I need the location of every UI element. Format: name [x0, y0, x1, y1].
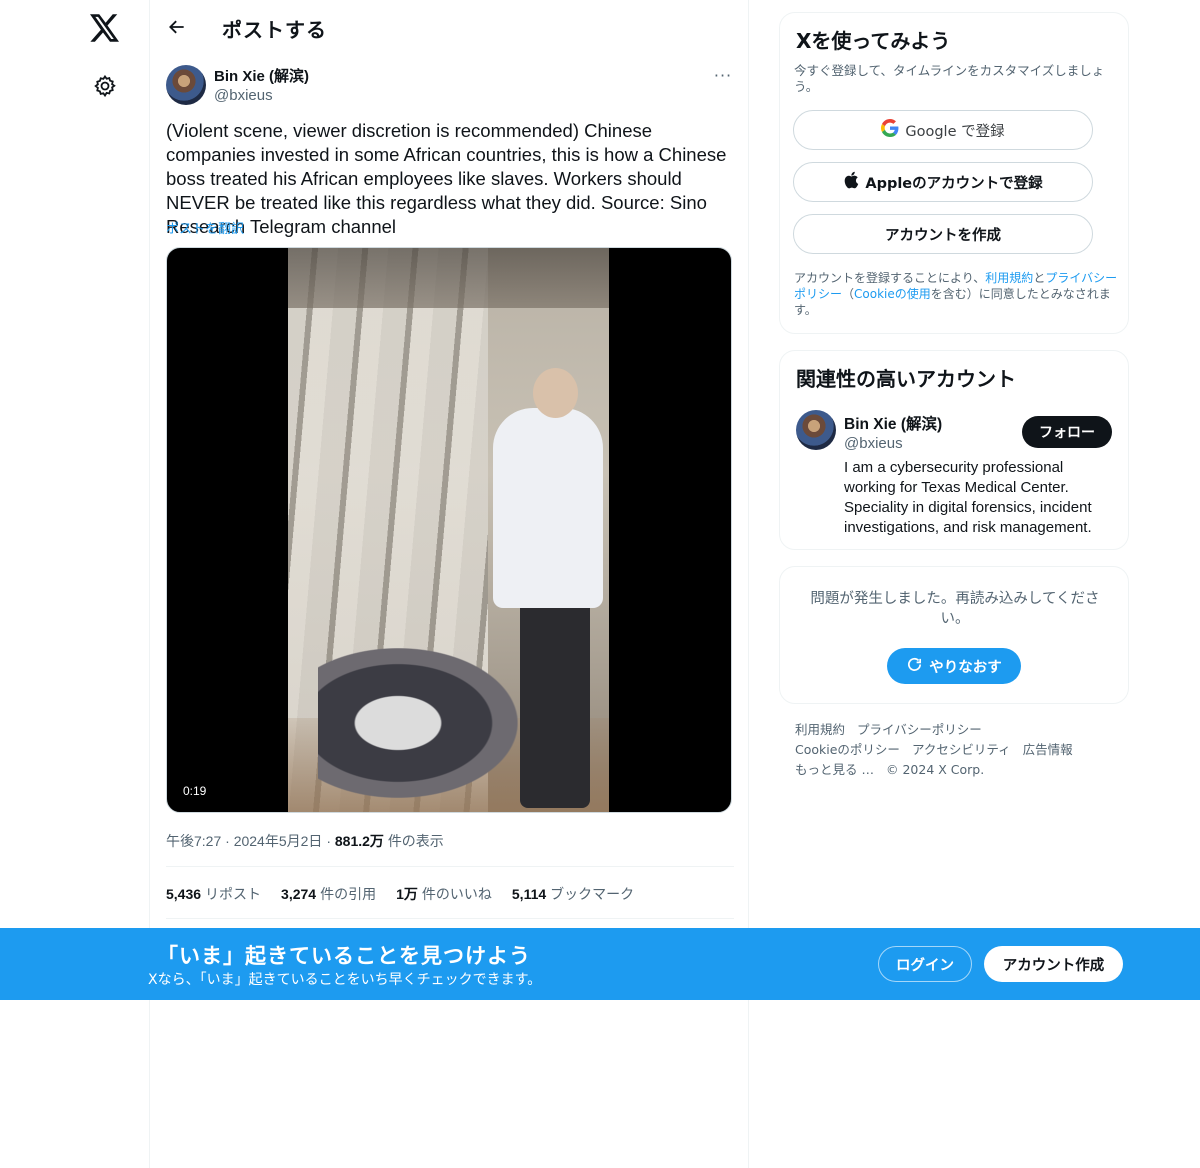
error-card: 問題が発生しました。再読み込みしてください。 やりなおす — [779, 566, 1129, 704]
gear-icon[interactable] — [89, 70, 121, 102]
copyright: © 2024 X Corp. — [885, 762, 985, 777]
post-meta: 午後7:27 · 2024年5月2日 · 881.2万 件の表示 — [166, 831, 444, 851]
footer-link[interactable]: アクセシビリティ — [912, 740, 1011, 760]
post-time[interactable]: 午後7:27 — [166, 833, 221, 849]
apple-signup-label: Appleのアカウントで登録 — [865, 175, 1043, 192]
create-account-button[interactable]: アカウントを作成 — [793, 214, 1093, 254]
footer-link[interactable]: Cookieのポリシー — [795, 740, 900, 760]
x-logo-icon[interactable] — [86, 10, 124, 46]
google-signup-button[interactable]: Google で登録 — [793, 110, 1093, 150]
related-name[interactable]: Bin Xie (解滨) — [844, 412, 942, 434]
banner-headline: 「いま」起きていることを見つけよう — [157, 944, 531, 968]
video-frame — [288, 248, 609, 812]
legal-text: アカウントを登録することにより、利用規約とプライバシーポリシー（Cookieの使… — [794, 271, 1118, 317]
related-handle[interactable]: @bxieus — [844, 435, 903, 452]
banner-subline: Xなら、「いま」起きていることをいち早くチェックできます。 — [148, 972, 542, 988]
terms-link[interactable]: 利用規約 — [985, 271, 1033, 285]
cookie-link[interactable]: Cookieの使用 — [854, 287, 931, 301]
signup-card: Xを使ってみよう 今すぐ登録して、タイムラインをカスタマイズしましょう。 Goo… — [779, 12, 1129, 334]
post-stats: 5,436 リポスト 3,274 件の引用 1万 件のいいね 5,114 ブックマーク — [166, 884, 634, 904]
apple-icon — [843, 171, 859, 193]
signup-button[interactable]: アカウント作成 — [984, 946, 1123, 982]
refresh-icon — [906, 656, 923, 677]
likes-stat[interactable]: 1万 件のいいね — [396, 884, 492, 904]
views-count: 881.2万 — [334, 833, 384, 849]
google-signup-label: Google で登録 — [905, 123, 1005, 140]
author-handle[interactable]: @bxieus — [214, 87, 273, 104]
retry-button[interactable]: やりなおす — [887, 648, 1021, 684]
post-date[interactable]: 2024年5月2日 — [234, 833, 323, 849]
header: ポストする — [150, 0, 748, 54]
retry-label: やりなおす — [929, 659, 1002, 676]
bookmarks-stat[interactable]: 5,114 ブックマーク — [512, 884, 634, 904]
apple-signup-button[interactable]: Appleのアカウントで登録 — [793, 162, 1093, 202]
translate-link[interactable]: ポストを翻訳 — [166, 218, 244, 237]
related-title: 関連性の高いアカウント — [796, 367, 1016, 391]
more-options-icon[interactable]: ··· — [710, 62, 736, 88]
google-icon — [881, 119, 899, 141]
error-message: 問題が発生しました。再読み込みしてください。 — [810, 591, 1100, 627]
follow-button[interactable]: フォロー — [1022, 416, 1112, 448]
divider — [166, 866, 734, 867]
post-text: (Violent scene, viewer discretion is rec… — [166, 120, 727, 237]
related-bio: I am a cybersecurity professional workin… — [844, 459, 1092, 536]
footer-links: 利用規約 プライバシーポリシー Cookieのポリシー アクセシビリティ 広告情報 も… — [795, 720, 1125, 780]
video-duration: 0:19 — [177, 782, 213, 800]
quotes-stat[interactable]: 3,274 件の引用 — [281, 884, 376, 904]
divider — [166, 918, 734, 919]
footer-link[interactable]: 広告情報 — [1023, 740, 1073, 760]
footer-link[interactable]: プライバシーポリシー — [857, 720, 982, 740]
arrow-left-icon[interactable] — [162, 12, 192, 42]
reposts-stat[interactable]: 5,436 リポスト — [166, 884, 261, 904]
avatar[interactable] — [166, 65, 206, 105]
signup-title: Xを使ってみよう — [796, 29, 951, 53]
signup-subtitle: 今すぐ登録して、タイムラインをカスタマイズしましょう。 — [794, 63, 1105, 94]
footer-link[interactable]: もっと見る … — [795, 760, 874, 780]
page-title: ポストする — [222, 18, 327, 42]
views-label: 件の表示 — [387, 833, 444, 849]
author-name[interactable]: Bin Xie (解滨) — [214, 65, 309, 86]
avatar[interactable] — [796, 410, 836, 450]
video-player[interactable]: 0:19 — [166, 247, 732, 813]
footer-link[interactable]: 利用規約 — [795, 720, 845, 740]
login-button[interactable]: ログイン — [878, 946, 972, 982]
login-banner: 「いま」起きていることを見つけよう Xなら、「いま」起きていることをいち早くチェ… — [0, 928, 1200, 1000]
related-accounts-card: 関連性の高いアカウント Bin Xie (解滨) @bxieus フォロー I … — [779, 350, 1129, 550]
